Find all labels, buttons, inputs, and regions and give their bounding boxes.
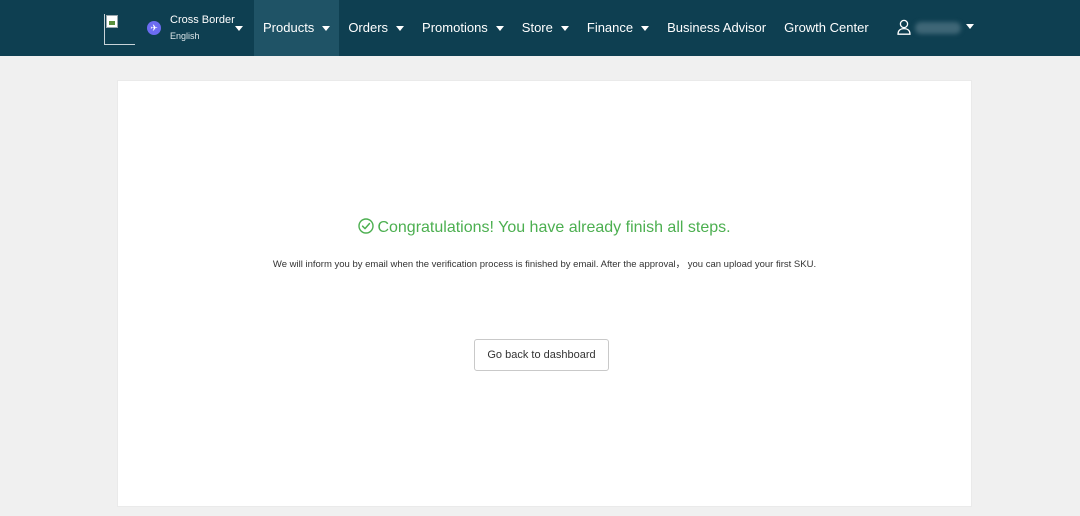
nav-item-label: Orders (348, 20, 389, 35)
region-name: Cross Border (170, 14, 235, 26)
nav-item-products[interactable]: Products (254, 0, 340, 56)
top-navigation-bar: ✈ Cross Border English Products Orders P… (0, 0, 1080, 56)
nav-item-label: Growth Center (784, 20, 869, 35)
main-nav: Products Orders Promotions Store Finance… (254, 0, 878, 56)
success-title: Congratulations! You have already finish… (377, 219, 731, 236)
nav-item-promotions[interactable]: Promotions (413, 0, 513, 56)
region-selector[interactable]: ✈ Cross Border English (147, 12, 247, 44)
nav-item-label: Finance (586, 20, 634, 35)
broken-image-icon (106, 15, 118, 28)
user-name-redacted (915, 22, 961, 34)
check-circle-icon (358, 218, 375, 234)
go-back-to-dashboard-button[interactable]: Go back to dashboard (474, 339, 609, 371)
chevron-down-icon (966, 24, 974, 29)
nav-item-label: Products (263, 20, 315, 35)
chevron-down-icon (560, 25, 569, 31)
nav-item-finance[interactable]: Finance (578, 0, 658, 56)
nav-item-business-advisor[interactable]: Business Advisor (658, 0, 775, 56)
chevron-down-icon (495, 25, 504, 31)
nav-item-label: Promotions (422, 20, 488, 35)
success-message: Congratulations! You have already finish… (118, 218, 971, 237)
region-badge-icon: ✈ (147, 21, 161, 35)
chevron-down-icon (641, 25, 650, 31)
chevron-down-icon (396, 25, 405, 31)
chevron-down-icon (235, 26, 243, 31)
user-menu[interactable] (897, 18, 977, 38)
user-icon (897, 19, 911, 35)
region-language: English (170, 31, 200, 41)
logo-image[interactable] (104, 14, 135, 45)
completion-card: Congratulations! You have already finish… (117, 80, 972, 507)
verification-info-text: We will inform you by email when the ver… (272, 259, 817, 270)
nav-item-label: Store (521, 20, 553, 35)
nav-item-growth-center[interactable]: Growth Center (775, 0, 878, 56)
chevron-down-icon (322, 25, 331, 31)
nav-item-store[interactable]: Store (513, 0, 578, 56)
nav-item-orders[interactable]: Orders (339, 0, 413, 56)
nav-item-label: Business Advisor (667, 20, 767, 35)
